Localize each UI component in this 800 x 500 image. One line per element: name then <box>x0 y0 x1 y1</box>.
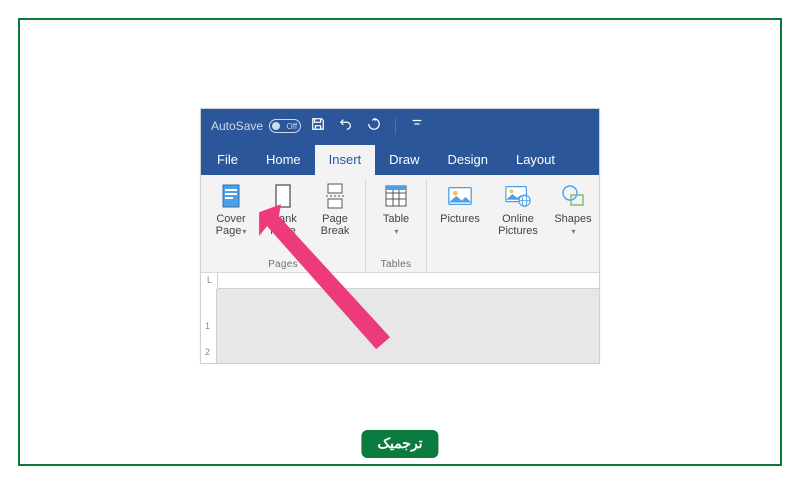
page-break-label: Page Break <box>321 213 350 237</box>
title-bar: AutoSave Off <box>201 109 599 143</box>
group-illustrations: Pictures Online Pictures Shapes▾ <box>427 179 600 272</box>
blank-page-icon <box>266 181 300 211</box>
redo-icon[interactable] <box>367 117 381 136</box>
ribbon-insert: Cover Page▾ Blank Page Page Break <box>201 175 599 273</box>
table-icon <box>379 181 413 211</box>
brand-badge: ترجمیک <box>361 430 438 458</box>
tab-home[interactable]: Home <box>252 145 315 175</box>
pictures-icon <box>443 181 477 211</box>
shapes-icon <box>556 181 590 211</box>
horizontal-ruler[interactable]: L <box>201 273 599 289</box>
online-pictures-label: Online Pictures <box>498 213 538 237</box>
online-pictures-button[interactable]: Online Pictures <box>491 179 545 238</box>
tab-draw[interactable]: Draw <box>375 145 433 175</box>
tab-insert[interactable]: Insert <box>315 145 376 175</box>
tab-layout[interactable]: Layout <box>502 145 569 175</box>
group-pages: Cover Page▾ Blank Page Page Break <box>201 179 366 272</box>
group-illustrations-label <box>530 257 533 270</box>
shapes-label: Shapes▾ <box>554 213 591 238</box>
vertical-ruler[interactable]: 1 2 <box>201 289 217 363</box>
save-icon[interactable] <box>311 117 325 136</box>
quick-access-toolbar <box>311 117 424 136</box>
pictures-button[interactable]: Pictures <box>433 179 487 238</box>
cover-page-button[interactable]: Cover Page▾ <box>207 179 255 238</box>
group-pages-label: Pages <box>268 257 298 270</box>
group-tables-label: Tables <box>381 257 412 270</box>
group-tables: Table▾ Tables <box>366 179 427 272</box>
cover-page-label: Cover Page▾ <box>216 213 247 238</box>
autosave-switch[interactable]: Off <box>269 119 301 133</box>
blank-page-button[interactable]: Blank Page <box>259 179 307 238</box>
undo-icon[interactable] <box>339 117 353 136</box>
autosave-toggle[interactable]: AutoSave Off <box>211 119 301 133</box>
qat-separator <box>395 118 396 134</box>
ribbon-tabs: File Home Insert Draw Design Layout <box>201 143 599 175</box>
blank-page-label: Blank Page <box>269 213 297 237</box>
word-screenshot: AutoSave Off <box>200 108 600 364</box>
page-break-icon <box>318 181 352 211</box>
online-pictures-icon <box>501 181 535 211</box>
outer-frame: AutoSave Off <box>18 18 782 466</box>
tab-design[interactable]: Design <box>434 145 502 175</box>
document-area[interactable]: L 1 2 <box>201 273 599 363</box>
shapes-button[interactable]: Shapes▾ <box>549 179 597 238</box>
page-break-button[interactable]: Page Break <box>311 179 359 238</box>
pictures-label: Pictures <box>440 213 480 225</box>
autosave-label: AutoSave <box>211 119 263 133</box>
table-label: Table▾ <box>383 213 409 238</box>
tab-file[interactable]: File <box>203 145 252 175</box>
table-button[interactable]: Table▾ <box>372 179 420 238</box>
cover-page-icon <box>214 181 248 211</box>
customize-qat-icon[interactable] <box>410 117 424 136</box>
